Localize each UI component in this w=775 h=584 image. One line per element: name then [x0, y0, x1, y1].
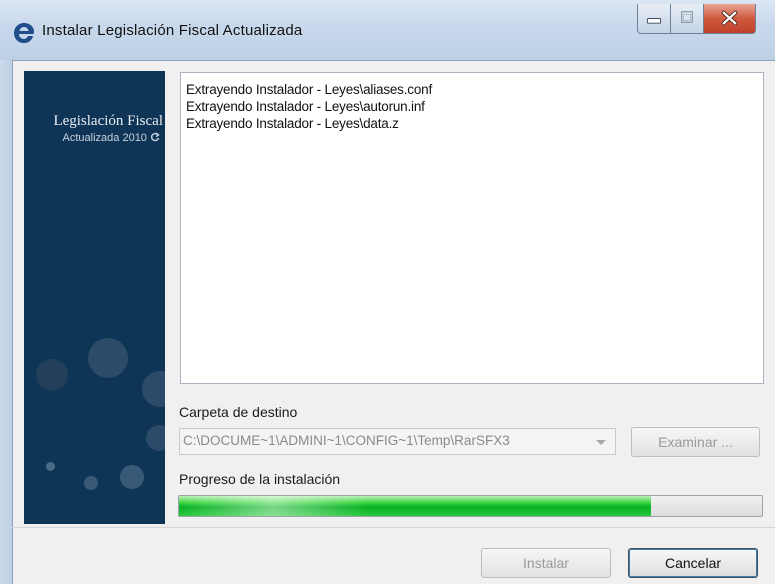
- installer-window: Instalar Legislación Fiscal Actualizada …: [0, 0, 775, 584]
- title-bar[interactable]: Instalar Legislación Fiscal Actualizada: [0, 0, 775, 60]
- destination-path: C:\DOCUME~1\ADMINI~1\CONFIG~1\Temp\RarSF…: [183, 433, 510, 448]
- maximize-icon: [681, 11, 693, 23]
- log-line: Extrayendo Instalador - Leyes\aliases.co…: [186, 82, 432, 97]
- minimize-icon: [646, 18, 662, 24]
- banner-subtitle: Actualizada 2010: [24, 132, 160, 144]
- log-line: Extrayendo Instalador - Leyes\autorun.in…: [186, 99, 425, 114]
- decor-circle: [36, 359, 68, 391]
- install-button[interactable]: Instalar: [481, 548, 611, 578]
- browse-button[interactable]: Examinar ...: [631, 427, 760, 457]
- destination-combobox[interactable]: C:\DOCUME~1\ADMINI~1\CONFIG~1\Temp\RarSF…: [179, 428, 616, 455]
- window-frame: [0, 60, 12, 584]
- log-line: Extrayendo Instalador - Leyes\data.z: [186, 116, 399, 131]
- decor-circle: [84, 476, 98, 490]
- minimize-button[interactable]: [637, 4, 671, 34]
- decor-circle: [146, 425, 165, 451]
- destination-label: Carpeta de destino: [179, 404, 298, 420]
- window-title: Instalar Legislación Fiscal Actualizada: [42, 22, 303, 39]
- progress-fill: [179, 496, 652, 516]
- progress-label: Progreso de la instalación: [179, 471, 341, 487]
- footer-separator: [12, 527, 775, 528]
- extraction-log[interactable]: Extrayendo Instalador - Leyes\aliases.co…: [180, 72, 764, 384]
- cancel-button[interactable]: Cancelar: [628, 548, 758, 578]
- decor-circle: [142, 371, 165, 407]
- decor-circle: [120, 465, 144, 489]
- maximize-button[interactable]: [671, 4, 704, 34]
- install-progress-bar: [178, 495, 763, 517]
- decor-circle: [46, 462, 55, 471]
- banner-subtitle-text: Actualizada 2010: [62, 132, 147, 144]
- progress-shine: [179, 496, 368, 516]
- app-icon: [14, 23, 34, 43]
- product-banner: Legislación Fiscal Actualizada 2010: [24, 71, 165, 524]
- close-button[interactable]: [704, 4, 756, 34]
- chevron-down-icon[interactable]: [587, 429, 615, 454]
- close-icon: [721, 10, 738, 26]
- decor-circle: [88, 338, 128, 378]
- banner-title: Legislación Fiscal: [53, 113, 163, 129]
- refresh-icon: [150, 132, 160, 142]
